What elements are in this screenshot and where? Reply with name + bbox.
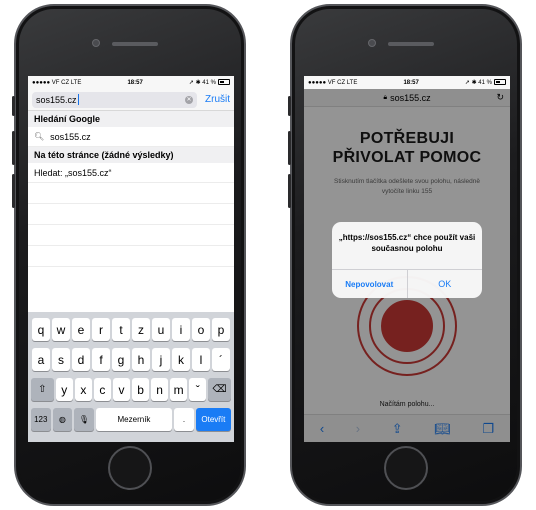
key[interactable]: l (192, 348, 210, 371)
volume-down-button (12, 174, 15, 208)
numbers-key[interactable]: 123 (31, 408, 51, 431)
earpiece-speaker (388, 42, 434, 46)
carrier-label: ●●●●● VF CZ LTE (308, 79, 358, 86)
key[interactable]: ´ (212, 348, 230, 371)
right-phone: ●●●●● VF CZ LTE 18:57 ➚ ✱ 41 % 🔒︎ sos155… (288, 4, 522, 506)
alert-buttons: Nepovolovat OK (332, 270, 482, 298)
key[interactable]: o (192, 318, 210, 341)
list-item (28, 246, 234, 267)
key[interactable]: s (52, 348, 70, 371)
key[interactable]: n (151, 378, 169, 401)
volume-up-button (288, 131, 291, 165)
right-screen: ●●●●● VF CZ LTE 18:57 ➚ ✱ 41 % 🔒︎ sos155… (304, 76, 510, 442)
location-permission-alert: „https://sos155.cz“ chce použít vaši sou… (332, 222, 482, 298)
keyboard: q w e r t z u i o p a s d f g h j k l ´ … (28, 312, 234, 442)
key[interactable]: w (52, 318, 70, 341)
search-bar: sos155.cz ✕ Zrušit (28, 89, 234, 111)
microphone-icon[interactable]: 🎙︎ (74, 408, 94, 431)
section-header-google: Hledání Google (28, 111, 234, 127)
key[interactable]: t (112, 318, 130, 341)
key[interactable]: i (172, 318, 190, 341)
key[interactable]: z (132, 318, 150, 341)
key[interactable]: j (152, 348, 170, 371)
list-item (28, 204, 234, 225)
backspace-icon[interactable]: ⌫ (208, 378, 231, 401)
key[interactable]: g (112, 348, 130, 371)
section-header-on-page: Na této stránce (žádné výsledky) (28, 147, 234, 163)
home-button[interactable] (384, 446, 428, 490)
open-key[interactable]: Otevřít (195, 408, 232, 431)
battery-icon (217, 79, 230, 86)
keyboard-row-2: a s d f g h j k l ´ (30, 348, 232, 371)
left-phone: ●●●●● VF CZ LTE 18:57 ➚ ✱ 41 % sos155.cz… (12, 4, 246, 506)
deny-button[interactable]: Nepovolovat (332, 270, 408, 298)
keyboard-row-4: 123 ◍ 🎙︎ Mezerník . Otevřít (30, 408, 232, 431)
clock: 18:57 (403, 79, 419, 86)
home-button[interactable] (108, 446, 152, 490)
key[interactable]: k (172, 348, 190, 371)
keyboard-row-1: q w e r t z u i o p (30, 318, 232, 341)
key[interactable]: v (112, 378, 130, 401)
front-camera (368, 39, 376, 47)
list-item (28, 183, 234, 204)
key[interactable]: a (32, 348, 50, 371)
suggestion-google[interactable]: 🔍︎ sos155.cz (28, 127, 234, 147)
mute-switch (12, 96, 15, 116)
key[interactable]: ˇ (189, 378, 207, 401)
key[interactable]: u (152, 318, 170, 341)
clear-icon[interactable]: ✕ (185, 95, 193, 104)
alert-message: „https://sos155.cz“ chce použít vaši sou… (332, 222, 482, 270)
key[interactable]: h (132, 348, 150, 371)
search-icon: 🔍︎ (34, 132, 45, 141)
url-input[interactable]: sos155.cz ✕ (32, 91, 197, 108)
space-key[interactable]: Mezerník (95, 408, 173, 431)
key[interactable]: p (212, 318, 230, 341)
find-on-page-label: Hledat: „sos155.cz“ (34, 167, 112, 178)
left-screen: ●●●●● VF CZ LTE 18:57 ➚ ✱ 41 % sos155.cz… (28, 76, 234, 442)
text-caret (77, 94, 79, 105)
volume-up-button (12, 131, 15, 165)
key[interactable]: f (92, 348, 110, 371)
key[interactable]: c (93, 378, 111, 401)
cancel-button[interactable]: Zrušit (205, 94, 230, 105)
find-on-page-item[interactable]: Hledat: „sos155.cz“ (28, 163, 234, 183)
earpiece-speaker (112, 42, 158, 46)
battery-icon (493, 79, 506, 86)
key[interactable]: d (72, 348, 90, 371)
key[interactable]: q (32, 318, 50, 341)
battery-status: ➚ ✱ 41 % (465, 79, 506, 86)
key[interactable]: y (55, 378, 73, 401)
key[interactable]: b (132, 378, 150, 401)
key[interactable]: e (72, 318, 90, 341)
keyboard-row-3: ⇧ y x c v b n m ˇ ⌫ (30, 378, 232, 401)
battery-percent: 41 % (202, 80, 216, 86)
ok-button[interactable]: OK (408, 270, 483, 298)
key[interactable]: r (92, 318, 110, 341)
carrier-label: ●●●●● VF CZ LTE (32, 79, 82, 86)
key[interactable]: x (74, 378, 92, 401)
globe-icon[interactable]: ◍ (52, 408, 73, 431)
dot-key[interactable]: . (174, 408, 194, 431)
list-item (28, 225, 234, 246)
suggestion-label: sos155.cz (50, 131, 91, 142)
battery-percent: 41 % (478, 80, 492, 86)
front-camera (92, 39, 100, 47)
url-input-value: sos155.cz (36, 94, 77, 105)
battery-status: ➚ ✱ 41 % (189, 79, 230, 86)
status-bar: ●●●●● VF CZ LTE 18:57 ➚ ✱ 41 % (304, 76, 510, 89)
mute-switch (288, 96, 291, 116)
status-bar: ●●●●● VF CZ LTE 18:57 ➚ ✱ 41 % (28, 76, 234, 89)
clock: 18:57 (127, 79, 143, 86)
shift-icon[interactable]: ⇧ (31, 378, 54, 401)
key[interactable]: m (170, 378, 188, 401)
volume-down-button (288, 174, 291, 208)
